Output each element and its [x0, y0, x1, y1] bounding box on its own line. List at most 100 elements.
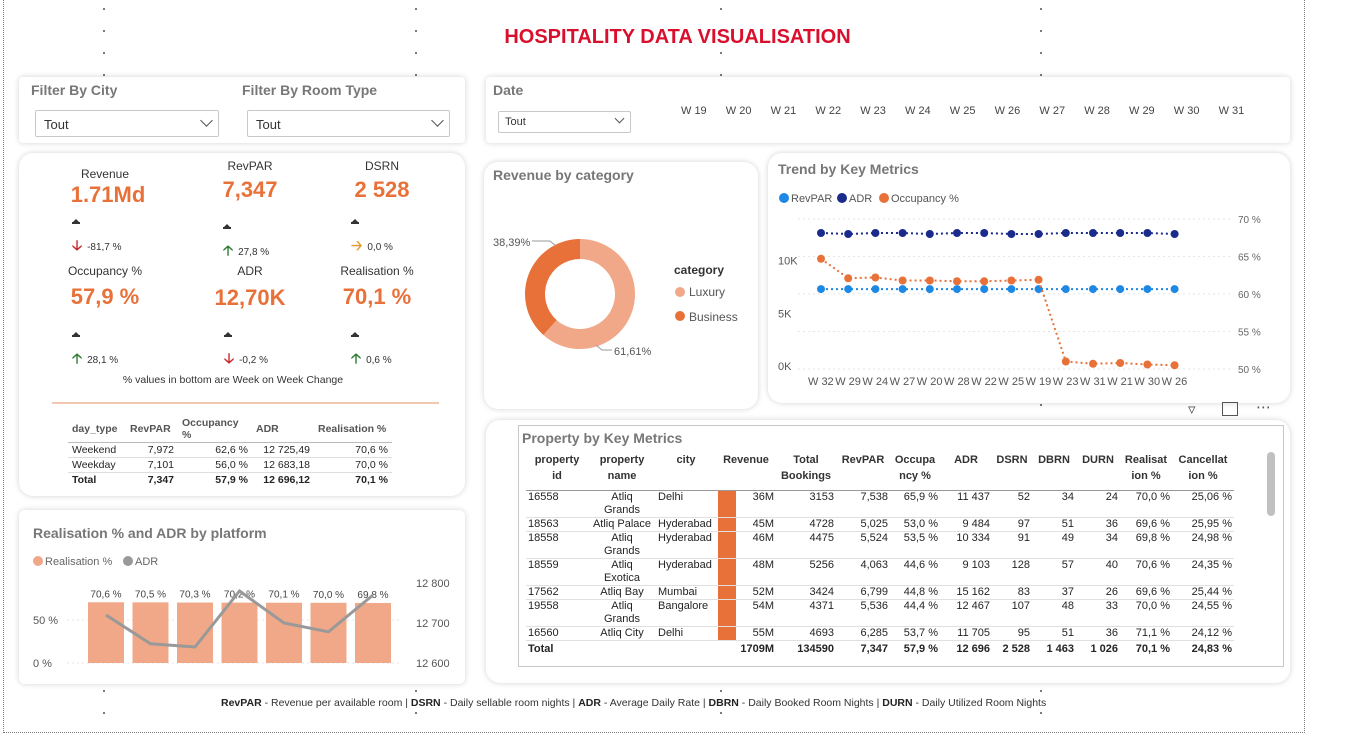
data-point[interactable] [1007, 285, 1016, 294]
week-option[interactable]: W 19 [681, 105, 707, 117]
table-header[interactable]: RevPAR [126, 416, 178, 443]
table-header[interactable]: Cancellat ion % [1172, 452, 1234, 491]
table-cell: 11 705 [940, 626, 992, 641]
data-point[interactable] [980, 229, 989, 237]
table-header[interactable]: city [656, 452, 716, 491]
data-point[interactable] [871, 273, 880, 282]
data-point[interactable] [1170, 361, 1179, 370]
table-header[interactable]: Total Bookings [776, 452, 836, 491]
data-point[interactable] [980, 285, 989, 294]
data-point[interactable] [1143, 229, 1152, 237]
data-point[interactable] [1170, 230, 1179, 238]
table-row: 18559 Atliq Exotica Hyderabad 48M 5256 4,063 44… [526, 558, 1234, 586]
data-point[interactable] [844, 274, 853, 283]
week-option[interactable]: W 23 [860, 105, 886, 117]
data-point[interactable] [1116, 229, 1125, 237]
table-cell: 18558 [526, 531, 588, 559]
week-option[interactable]: W 22 [815, 105, 841, 117]
more-options-icon[interactable]: ⋯ [1256, 398, 1272, 416]
week-option[interactable]: W 25 [950, 105, 976, 117]
city-filter-dropdown[interactable]: Tout [35, 110, 219, 137]
filter-icon[interactable]: ▿ [1188, 400, 1196, 418]
table-cell: 53,5 % [890, 531, 940, 559]
table-header[interactable]: ADR [940, 452, 992, 491]
week-option[interactable]: W 20 [726, 105, 752, 117]
bar[interactable] [88, 602, 124, 663]
table-header[interactable]: Occupancy % [890, 452, 940, 491]
data-point[interactable] [817, 229, 825, 237]
week-option[interactable]: W 21 [771, 105, 797, 117]
data-point[interactable] [925, 230, 934, 238]
table-header[interactable]: DBRN [1032, 452, 1076, 491]
table-cell: 25,95 % [1172, 517, 1234, 532]
data-point[interactable] [1170, 285, 1179, 294]
data-point[interactable] [1089, 229, 1097, 237]
table-header[interactable]: ADR [252, 416, 314, 443]
data-point[interactable] [1034, 275, 1043, 284]
donut-label-luxury: 61,61% [614, 346, 652, 358]
table-row: 17562 Atliq Bay Mumbai 52M 3424 6,799 44,8 % 15… [526, 585, 1234, 600]
data-point[interactable] [1007, 276, 1016, 285]
revenue-databar [718, 626, 736, 640]
data-point[interactable] [898, 276, 907, 285]
data-point[interactable] [898, 229, 907, 237]
data-point[interactable] [844, 230, 853, 238]
table-header[interactable]: property id [526, 452, 588, 491]
focus-mode-icon[interactable] [1222, 402, 1238, 416]
table-header[interactable]: Occupancy % [178, 416, 252, 443]
bar[interactable] [355, 602, 391, 663]
data-point[interactable] [1034, 230, 1043, 238]
data-point[interactable] [871, 229, 880, 237]
data-point[interactable] [1116, 285, 1125, 294]
data-point[interactable] [953, 229, 961, 237]
table-total-cell: 70,1 % [1120, 639, 1172, 658]
table-header[interactable]: property name [588, 452, 656, 491]
data-point[interactable] [1089, 285, 1097, 294]
week-option[interactable]: W 28 [1084, 105, 1110, 117]
table-header[interactable]: day_type [68, 416, 126, 443]
bar[interactable] [266, 602, 302, 663]
bar[interactable] [132, 602, 169, 663]
week-option[interactable]: W 29 [1129, 105, 1155, 117]
week-option[interactable]: W 26 [995, 105, 1021, 117]
chevron-down-icon [200, 114, 213, 127]
data-point[interactable] [980, 277, 989, 286]
week-option[interactable]: W 30 [1174, 105, 1200, 117]
week-option[interactable]: W 24 [905, 105, 931, 117]
data-point[interactable] [925, 276, 934, 285]
data-point[interactable] [1061, 357, 1070, 366]
data-point[interactable] [1089, 359, 1097, 368]
data-point[interactable] [1143, 360, 1152, 369]
table-header[interactable]: Revenue [716, 452, 776, 491]
data-point[interactable] [953, 277, 961, 286]
data-point[interactable] [871, 285, 880, 294]
table-total-cell: 134590 [776, 639, 836, 658]
table-cell: 4371 [776, 599, 836, 627]
data-point[interactable] [1061, 285, 1070, 294]
table-header[interactable]: DURN [1076, 452, 1120, 491]
table-cell: Atliq Bay [588, 585, 656, 600]
week-option[interactable]: W 27 [1039, 105, 1065, 117]
bar[interactable] [221, 602, 258, 663]
data-point[interactable] [953, 285, 961, 294]
data-point[interactable] [1116, 359, 1125, 367]
donut-slice-business[interactable] [525, 239, 580, 336]
date-filter-dropdown[interactable]: Tout [498, 111, 631, 133]
data-point[interactable] [1007, 230, 1016, 238]
table-header[interactable]: Realisation % [1120, 452, 1172, 491]
data-point[interactable] [1143, 285, 1152, 294]
table-scrollbar[interactable] [1267, 452, 1275, 516]
data-point[interactable] [844, 285, 853, 294]
data-point[interactable] [817, 254, 825, 263]
data-point[interactable] [1061, 229, 1070, 237]
table-total-cell: 57,9 % [890, 639, 940, 658]
data-point[interactable] [925, 285, 934, 294]
data-point[interactable] [898, 285, 907, 294]
x-axis-tick: W 26 [1162, 376, 1188, 388]
table-header[interactable]: DSRN [992, 452, 1032, 491]
room-type-filter-dropdown[interactable]: Tout [247, 110, 450, 137]
table-header[interactable]: Realisation % [314, 416, 392, 443]
table-header[interactable]: RevPAR [836, 452, 890, 491]
data-point[interactable] [817, 285, 825, 294]
week-option[interactable]: W 31 [1219, 105, 1245, 117]
